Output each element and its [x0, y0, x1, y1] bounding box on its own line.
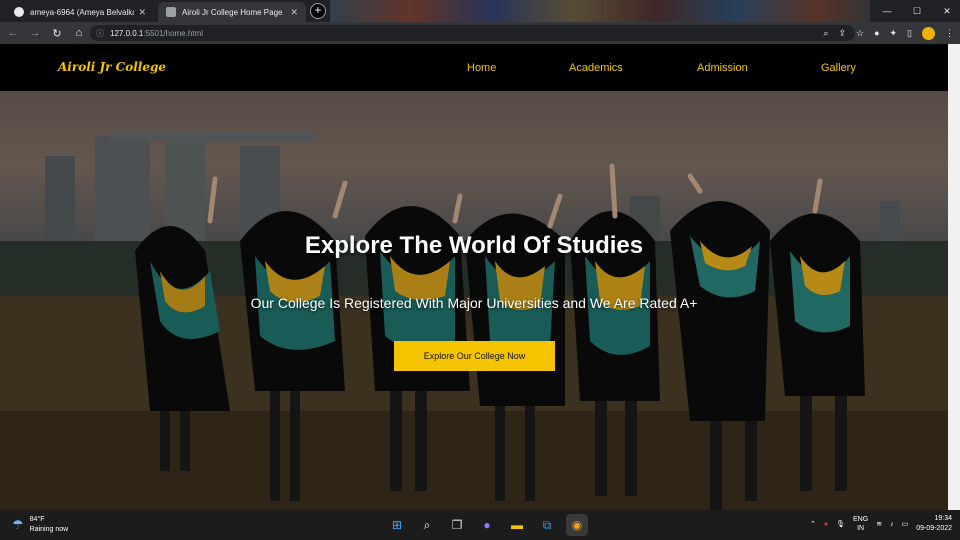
page-viewport: Airoli Jr College Home Academics Admissi…	[0, 44, 948, 510]
maximize-icon[interactable]: ☐	[902, 6, 932, 17]
page-scrollbar[interactable]	[948, 44, 960, 510]
microphone-icon[interactable]: 🎙	[836, 520, 845, 528]
desktop-screen: ameya-6964 (Ameya Belvalkar) ✕ Airoli Jr…	[0, 0, 960, 540]
nav-gallery-link[interactable]: Gallery	[821, 62, 856, 74]
back-icon[interactable]: ←	[4, 27, 22, 39]
volume-icon[interactable]: ♪	[890, 521, 894, 528]
clock[interactable]: 19:34 09-09-2022	[916, 514, 952, 534]
nav-academics-link[interactable]: Academics	[569, 62, 623, 74]
rain-cloud-icon: ☂	[12, 517, 24, 532]
wifi-icon[interactable]: ≋	[876, 520, 882, 528]
page-icon	[166, 7, 176, 17]
chevron-up-icon[interactable]: ⌃	[810, 520, 816, 528]
zoom-icon[interactable]: ⌕	[823, 28, 828, 39]
region-code: IN	[857, 525, 865, 532]
close-icon[interactable]: ✕	[290, 7, 298, 18]
profile-avatar[interactable]	[922, 26, 935, 40]
url-path: :5501/home.html	[143, 28, 203, 38]
puzzle-icon[interactable]: ✦	[890, 28, 898, 39]
reload-icon[interactable]: ↻	[48, 27, 66, 40]
forward-icon[interactable]: →	[26, 27, 44, 39]
hero-title: Explore The World Of Studies	[304, 232, 644, 259]
weather-description: Raining now	[29, 526, 69, 533]
search-icon[interactable]: ⌕	[416, 514, 438, 536]
language-indicator[interactable]: ENG IN	[853, 515, 868, 533]
browser-tab-strip: ameya-6964 (Ameya Belvalkar) ✕ Airoli Jr…	[0, 0, 960, 22]
windows-taskbar: ☂ 84°F Raining now ⊞ ⌕ ❐ ● ▬ ⧉ ◉ ⌃ ● 🎙 E…	[0, 510, 960, 540]
minimize-icon[interactable]: —	[872, 6, 902, 16]
vscode-icon[interactable]: ⧉	[536, 514, 558, 536]
new-tab-button[interactable]: +	[310, 3, 326, 19]
system-tray: ⌃ ● 🎙 ENG IN ≋ ♪ ▭ 19:34 09-09-2022	[810, 514, 952, 534]
clock-time: 19:34	[934, 515, 952, 522]
site-info-icon[interactable]: ⓘ	[96, 28, 104, 39]
site-navbar: Airoli Jr College Home Academics Admissi…	[0, 44, 948, 91]
taskbar-apps: ⊞ ⌕ ❐ ● ▬ ⧉ ◉	[386, 514, 588, 536]
tab-title: Airoli Jr College Home Page	[182, 7, 283, 17]
nav-admission-link[interactable]: Admission	[697, 62, 748, 74]
explore-college-button[interactable]: Explore Our College Now	[394, 341, 555, 371]
bookmark-star-icon[interactable]: ☆	[856, 28, 864, 39]
clock-date: 09-09-2022	[916, 525, 952, 532]
antivirus-icon[interactable]: ●	[824, 521, 828, 528]
github-icon	[14, 7, 24, 17]
windows-start-icon[interactable]: ⊞	[386, 514, 408, 536]
browser-toolbar: ← → ↻ ⌂ ⓘ 127.0.0.1:5501/home.html ⌕ ⇪ ☆…	[0, 22, 960, 44]
address-bar[interactable]: ⓘ 127.0.0.1:5501/home.html	[90, 25, 855, 41]
close-icon[interactable]: ✕	[138, 7, 146, 18]
teams-chat-icon[interactable]: ●	[476, 514, 498, 536]
language-code: ENG	[853, 516, 869, 523]
extension-icon[interactable]: ●	[874, 28, 879, 38]
weather-temperature: 84°F	[29, 516, 45, 523]
nav-home-link[interactable]: Home	[467, 62, 496, 74]
menu-icon[interactable]: ⋮	[945, 28, 954, 39]
browser-theme-banner	[330, 0, 870, 22]
weather-widget[interactable]: ☂ 84°F Raining now	[12, 515, 68, 535]
tab-github[interactable]: ameya-6964 (Ameya Belvalkar) ✕	[6, 2, 154, 22]
share-icon[interactable]: ⇪	[838, 28, 846, 39]
close-window-icon[interactable]: ✕	[932, 6, 960, 17]
url-host: 127.0.0.1	[110, 28, 144, 38]
hero-subtitle: Our College Is Registered With Major Uni…	[250, 295, 698, 311]
site-brand-logo[interactable]: Airoli Jr College	[58, 60, 166, 74]
chrome-icon[interactable]: ◉	[566, 514, 588, 536]
home-icon[interactable]: ⌂	[70, 27, 88, 39]
hero-section: Explore The World Of Studies Our College…	[0, 91, 948, 510]
tab-college-home[interactable]: Airoli Jr College Home Page ✕	[158, 2, 306, 22]
tab-title: ameya-6964 (Ameya Belvalkar)	[30, 7, 135, 17]
battery-icon[interactable]: ▭	[902, 520, 909, 528]
toolbar-actions: ⌕ ⇪ ☆ ● ✦ ▯ ⋮	[823, 22, 954, 44]
sidepanel-icon[interactable]: ▯	[907, 28, 912, 39]
file-explorer-icon[interactable]: ▬	[506, 514, 528, 536]
window-controls: — ☐ ✕	[872, 0, 960, 22]
task-view-icon[interactable]: ❐	[446, 514, 468, 536]
